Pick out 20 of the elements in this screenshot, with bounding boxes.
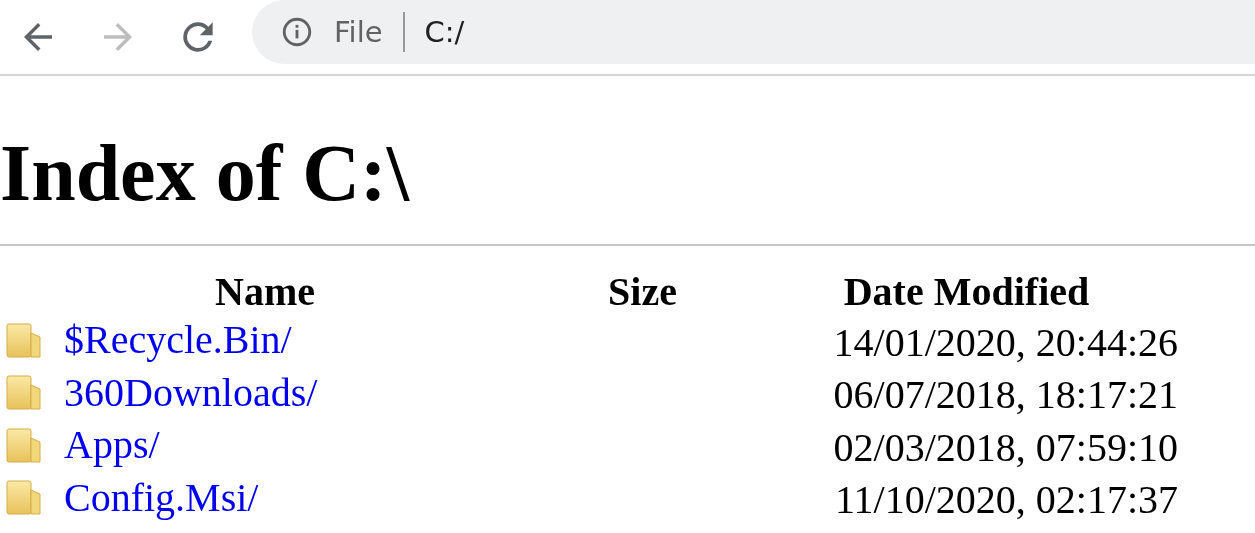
url-text: C:/ (424, 15, 465, 49)
column-header: Size (607, 267, 678, 316)
modified-date: 11/10/2020, 02:17:37 (835, 477, 1178, 523)
modified-date: 14/01/2020, 20:44:26 (833, 319, 1178, 365)
folder-link[interactable]: Apps/ (64, 421, 160, 468)
info-icon[interactable] (280, 15, 314, 49)
folder-link[interactable]: Config.Msi/ (64, 473, 259, 521)
folder-link[interactable]: $Recycle.Bin/ (64, 316, 292, 363)
folder-icon (6, 320, 42, 359)
column-header: Name (214, 267, 316, 316)
address-bar[interactable]: File C:/ (252, 0, 1255, 64)
folder-icon (6, 373, 42, 411)
page-heading: Index of C:\ (0, 128, 411, 218)
folder-icon (6, 425, 42, 464)
modified-date: 06/07/2018, 18:17:21 (833, 372, 1178, 418)
folder-icon (6, 478, 42, 516)
modified-date: 02/03/2018, 07:59:10 (833, 424, 1178, 470)
folder-link[interactable]: 360Downloads/ (64, 368, 318, 416)
scheme-label: File (334, 15, 383, 49)
column-header: Date Modified (842, 267, 1091, 316)
